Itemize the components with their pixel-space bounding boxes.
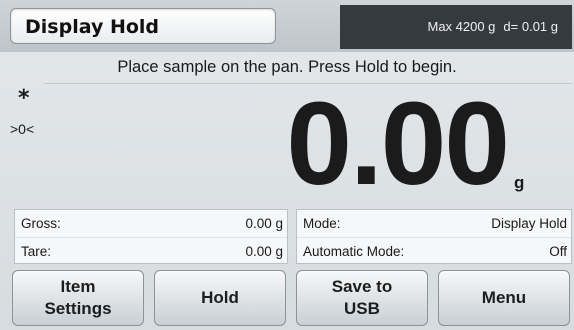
- gross-value: 0.00 g: [245, 216, 283, 231]
- mode-row: Mode: Display Hold: [297, 210, 571, 237]
- hold-button[interactable]: Hold: [154, 270, 286, 326]
- tare-value: 0.00 g: [245, 243, 283, 259]
- item-settings-button[interactable]: Item Settings: [12, 270, 144, 326]
- save-to-usb-button[interactable]: Save to USB: [296, 270, 428, 326]
- gross-row: Gross: 0.00 g: [15, 210, 287, 237]
- center-zero-indicator: >0<: [10, 121, 35, 137]
- automatic-mode-row: Automatic Mode: Off: [297, 237, 571, 264]
- weight-unit: g: [514, 173, 525, 192]
- header-bar: Display Hold Max 4200 g d= 0.01 g: [0, 0, 574, 52]
- tare-row: Tare: 0.00 g: [15, 237, 287, 264]
- readability: d= 0.01 g: [503, 19, 558, 34]
- weight-display: 0.00: [286, 78, 510, 210]
- mode-info-panel: Mode: Display Hold Automatic Mode: Off: [296, 209, 572, 264]
- weight-info-panel: Gross: 0.00 g Tare: 0.00 g: [14, 209, 288, 264]
- capacity-info: Max 4200 g d= 0.01 g: [340, 5, 572, 49]
- menu-button[interactable]: Menu: [438, 270, 570, 326]
- stable-indicator-icon: *: [18, 86, 30, 111]
- app-title: Display Hold: [10, 8, 276, 44]
- max-capacity: Max 4200 g: [427, 19, 496, 34]
- gross-label: Gross:: [21, 216, 61, 231]
- mode-label: Mode:: [303, 216, 341, 231]
- automatic-mode-value: Off: [549, 243, 567, 259]
- tare-label: Tare:: [21, 243, 52, 259]
- instruction-text: Place sample on the pan. Press Hold to b…: [117, 58, 457, 76]
- automatic-mode-label: Automatic Mode:: [303, 243, 405, 259]
- mode-value: Display Hold: [491, 216, 567, 231]
